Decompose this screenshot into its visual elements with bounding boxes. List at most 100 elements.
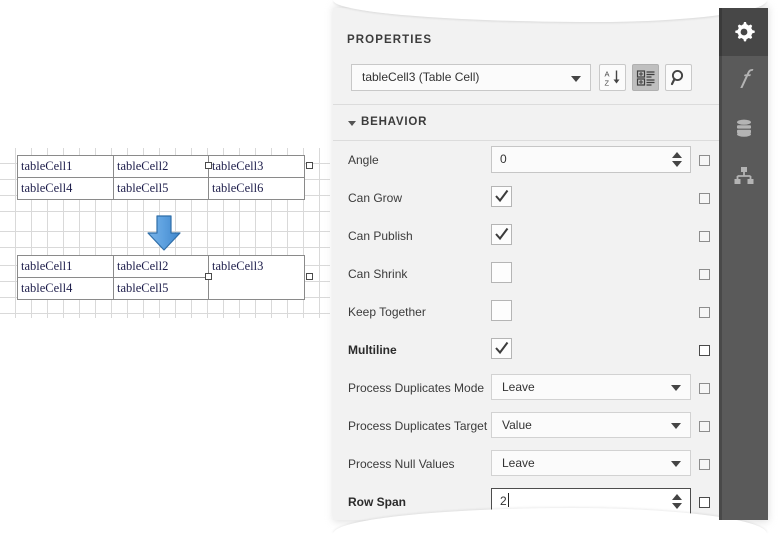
spinner-down-icon[interactable] <box>672 503 682 509</box>
resize-handle[interactable] <box>306 273 313 280</box>
expression-toggle[interactable] <box>699 307 710 318</box>
expression-toggle[interactable] <box>699 497 710 508</box>
properties-panel: PROPERTIES tableCell3 (Table Cell) A Z <box>333 8 767 520</box>
categorized-view-button[interactable] <box>632 64 659 91</box>
property-label: Can Grow <box>348 179 488 217</box>
down-arrow-icon <box>145 214 185 252</box>
report-designer-canvas[interactable]: tableCell1 tableCell2 tableCell3 tableCe… <box>0 0 336 534</box>
section-label: BEHAVIOR <box>361 116 427 128</box>
process-duplicates-target-dropdown[interactable]: Value <box>491 412 691 438</box>
spinner-down-icon[interactable] <box>672 161 682 167</box>
properties-tab[interactable] <box>719 8 768 56</box>
process-null-values-dropdown[interactable]: Leave <box>491 450 691 476</box>
resize-handle[interactable] <box>205 162 212 169</box>
check-icon <box>494 189 509 204</box>
table-cell[interactable]: tableCell3 <box>209 156 305 178</box>
panel-tab-rail: 𝑓 <box>719 8 768 520</box>
multiline-checkbox[interactable] <box>491 338 512 359</box>
property-label: Multiline <box>348 331 488 369</box>
process-duplicates-mode-dropdown[interactable]: Leave <box>491 374 691 400</box>
table-cell[interactable]: tableCell6 <box>209 178 305 200</box>
expression-toggle[interactable] <box>699 421 710 432</box>
property-row-keep-together: Keep Together <box>333 293 719 331</box>
property-row-can-grow: Can Grow <box>333 179 719 217</box>
process-duplicates-mode-field-wrap: Leave <box>491 374 691 400</box>
property-row-process-duplicates-mode: Process Duplicates Mode Leave <box>333 369 719 407</box>
expressions-tab[interactable]: 𝑓 <box>719 56 768 104</box>
dropdown-value: Value <box>502 418 532 432</box>
svg-text:Z: Z <box>604 78 609 87</box>
section-header-behavior[interactable]: BEHAVIOR <box>333 105 719 140</box>
report-tree-tab[interactable] <box>719 152 768 200</box>
property-label: Process Duplicates Mode <box>348 369 488 407</box>
check-icon <box>494 341 509 356</box>
gear-icon <box>732 20 756 44</box>
table-cell[interactable]: tableCell2 <box>114 256 209 278</box>
chevron-down-icon <box>671 385 681 391</box>
chevron-down-icon <box>571 76 581 82</box>
database-icon <box>732 116 756 140</box>
table-cell-rowspan[interactable]: tableCell3 <box>209 256 305 300</box>
table-cell[interactable]: tableCell1 <box>18 156 114 178</box>
property-label: Can Publish <box>348 217 488 255</box>
chevron-down-icon <box>671 423 681 429</box>
property-label: Keep Together <box>348 293 488 331</box>
resize-handle[interactable] <box>306 162 313 169</box>
table-cell[interactable]: tableCell4 <box>18 178 114 200</box>
table-cell[interactable]: tableCell5 <box>114 178 209 200</box>
can-grow-field-wrap <box>491 184 512 207</box>
property-row-angle: Angle 0 <box>333 141 719 179</box>
dropdown-value: Leave <box>502 380 535 394</box>
expression-toggle[interactable] <box>699 383 710 394</box>
can-publish-checkbox[interactable] <box>491 224 512 245</box>
property-row-can-publish: Can Publish <box>333 217 719 255</box>
expression-toggle[interactable] <box>699 269 710 280</box>
property-row-multiline: Multiline <box>333 331 719 369</box>
table-cell[interactable]: tableCell5 <box>114 278 209 300</box>
table-before[interactable]: tableCell1 tableCell2 tableCell3 tableCe… <box>17 155 305 200</box>
keep-together-checkbox[interactable] <box>491 300 512 321</box>
table-cell[interactable]: tableCell1 <box>18 256 114 278</box>
data-tab[interactable] <box>719 104 768 152</box>
can-publish-field-wrap <box>491 222 512 245</box>
property-label: Angle <box>348 141 488 179</box>
triangle-down-icon[interactable] <box>348 121 356 126</box>
table-cell[interactable]: tableCell4 <box>18 278 114 300</box>
property-label: Process Duplicates Target <box>348 407 488 445</box>
object-selector-value: tableCell3 (Table Cell) <box>362 70 479 84</box>
angle-spinner[interactable]: 0 <box>491 146 691 173</box>
can-shrink-checkbox[interactable] <box>491 262 512 283</box>
property-label: Process Null Values <box>348 445 488 483</box>
expression-toggle[interactable] <box>699 155 710 166</box>
property-rows: Angle 0 Can Grow <box>333 141 719 520</box>
can-grow-checkbox[interactable] <box>491 186 512 207</box>
expression-toggle[interactable] <box>699 231 710 242</box>
table-row[interactable]: tableCell4 tableCell5 tableCell6 <box>18 178 305 200</box>
object-selector-row: tableCell3 (Table Cell) A Z <box>333 60 719 98</box>
property-row-process-duplicates-target: Process Duplicates Target Value <box>333 407 719 445</box>
property-row-process-null-values: Process Null Values Leave <box>333 445 719 483</box>
expression-toggle[interactable] <box>699 193 710 204</box>
panel-title: PROPERTIES <box>347 34 432 46</box>
object-selector[interactable]: tableCell3 (Table Cell) <box>351 64 591 91</box>
app-root: tableCell1 tableCell2 tableCell3 tableCe… <box>0 0 778 534</box>
table-row[interactable]: tableCell1 tableCell2 tableCell3 <box>18 156 305 178</box>
table-cell[interactable]: tableCell2 <box>114 156 209 178</box>
table-row[interactable]: tableCell1 tableCell2 tableCell3 <box>18 256 305 278</box>
hierarchy-icon <box>732 164 756 188</box>
spinner-up-icon[interactable] <box>672 494 682 500</box>
function-icon: 𝑓 <box>739 67 747 93</box>
spinner-up-icon[interactable] <box>672 152 682 158</box>
properties-panel-body: PROPERTIES tableCell3 (Table Cell) A Z <box>333 8 719 520</box>
resize-handle[interactable] <box>205 273 212 280</box>
expression-toggle[interactable] <box>699 459 710 470</box>
check-icon <box>494 227 509 242</box>
search-properties-button[interactable] <box>665 64 692 91</box>
sort-alphabetical-button[interactable]: A Z <box>599 64 626 91</box>
keep-together-field-wrap <box>491 298 512 321</box>
can-shrink-field-wrap <box>491 260 512 283</box>
table-after[interactable]: tableCell1 tableCell2 tableCell3 tableCe… <box>17 255 305 300</box>
chevron-down-icon <box>671 461 681 467</box>
expression-toggle[interactable] <box>699 345 710 356</box>
property-row-can-shrink: Can Shrink <box>333 255 719 293</box>
